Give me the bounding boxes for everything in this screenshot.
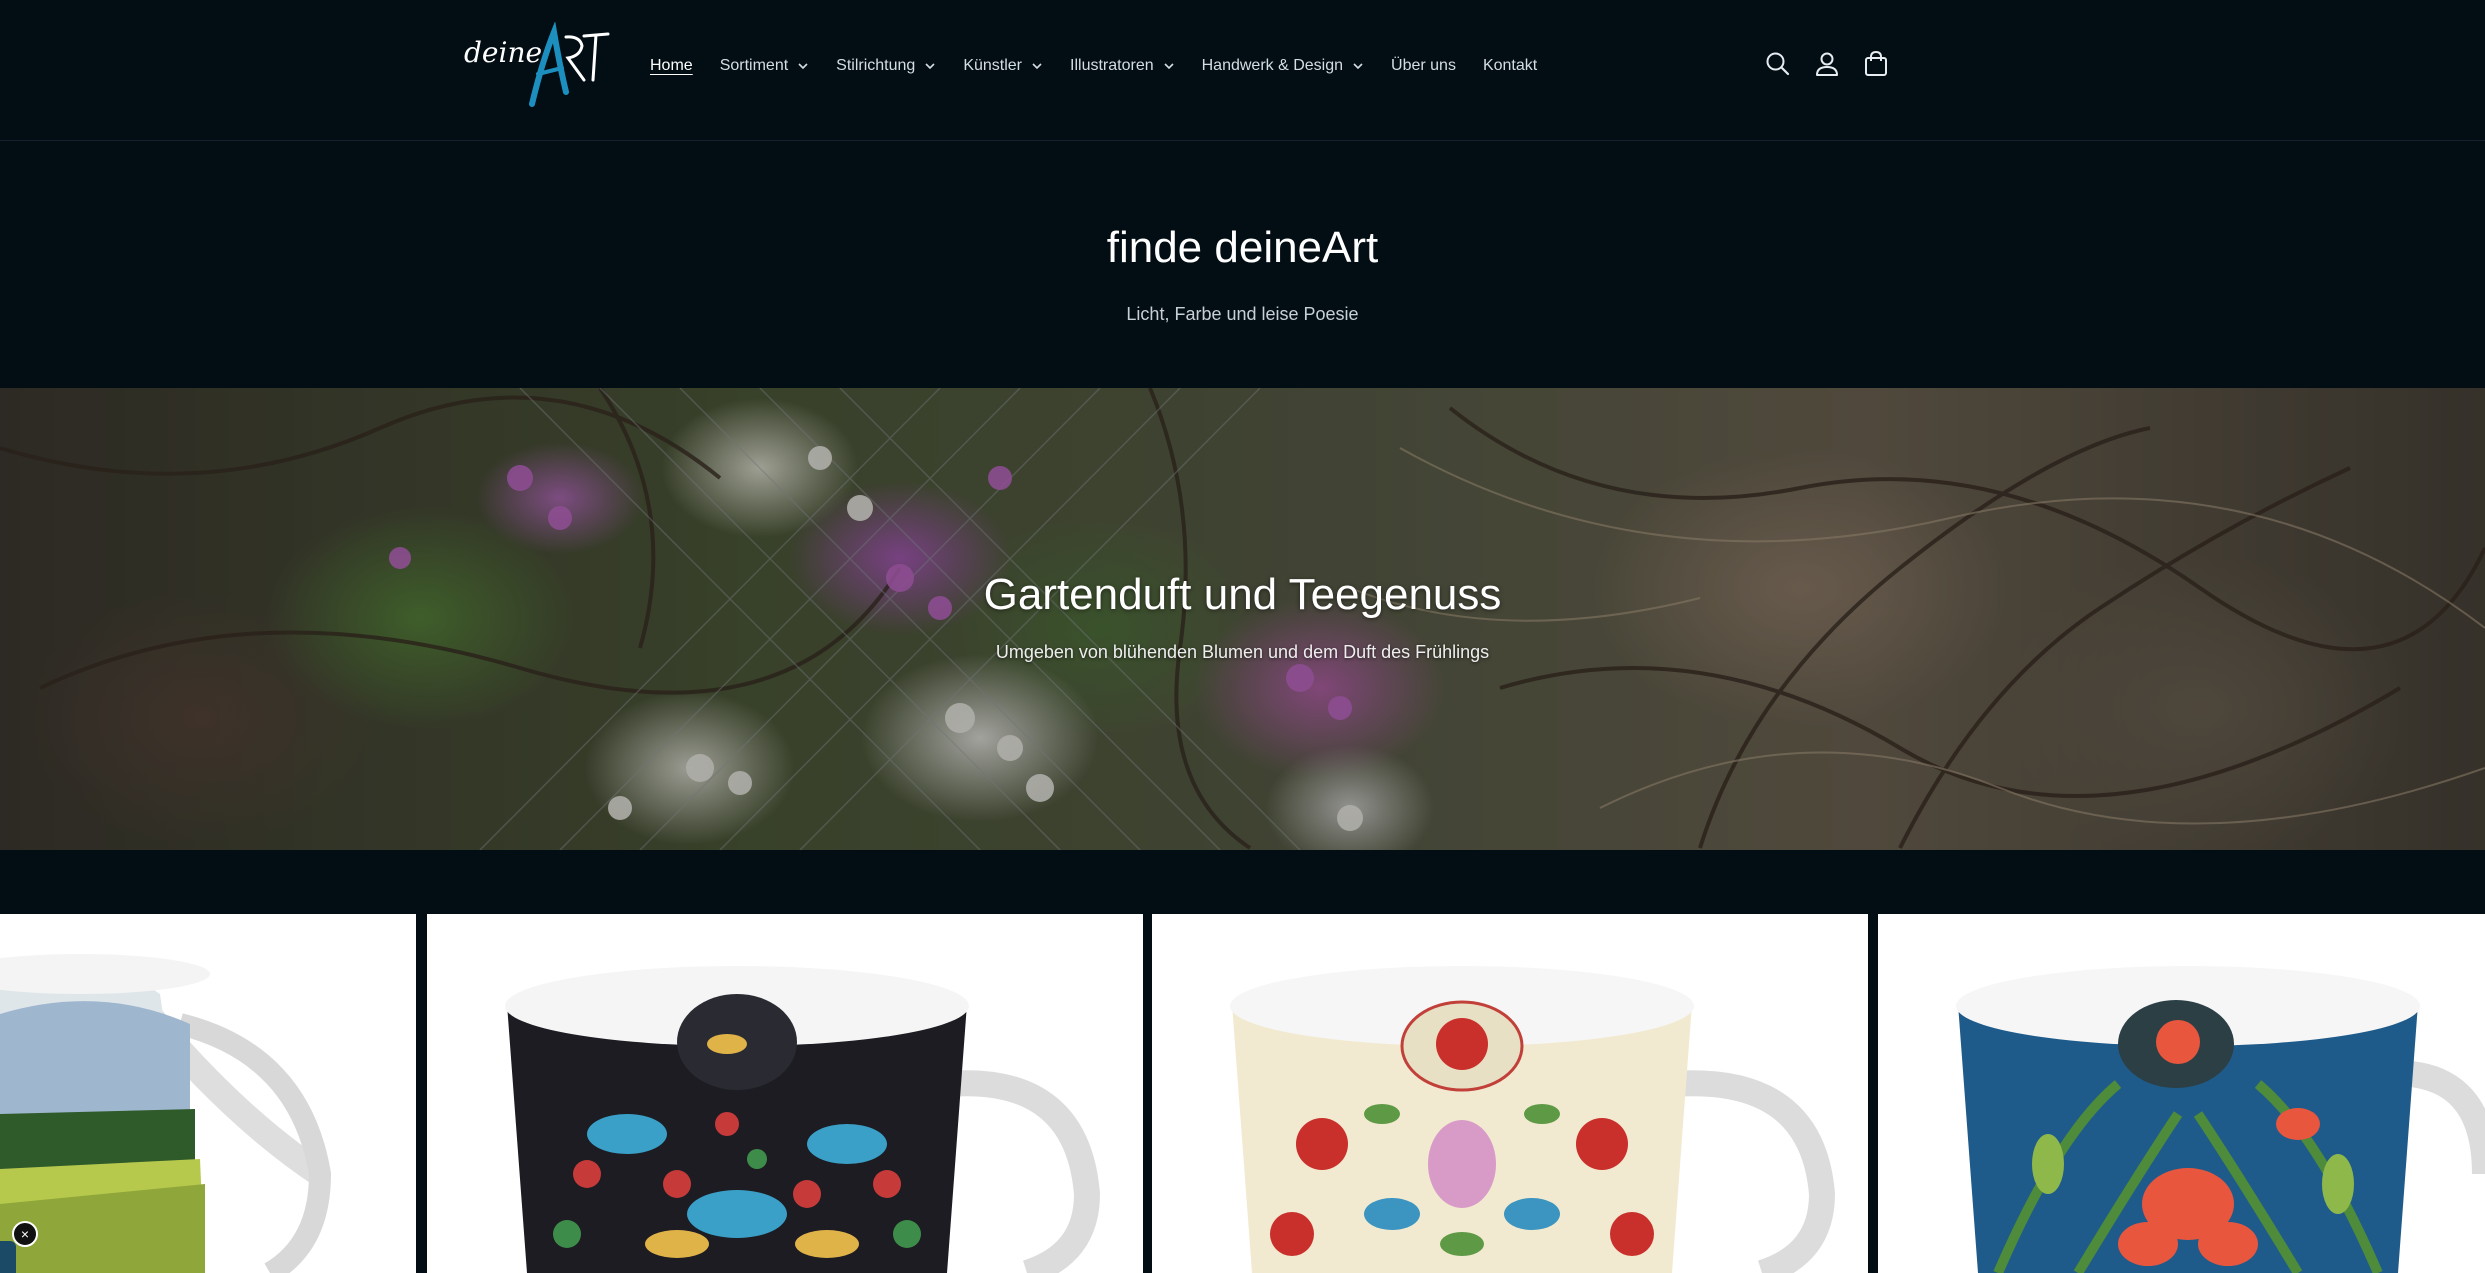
nav-handwerk-design[interactable]: Handwerk & Design xyxy=(1202,57,1364,75)
banner-title: Gartenduft und Teegenuss xyxy=(983,570,1502,619)
chevron-down-icon xyxy=(1164,63,1174,70)
nav-kuenstler-label: Künstler xyxy=(963,57,1023,74)
product-card[interactable] xyxy=(1878,914,2485,1273)
nav-kuenstler[interactable]: Künstler xyxy=(963,57,1043,75)
nav-ueber-uns-label: Über uns xyxy=(1391,57,1456,74)
nav-kontakt[interactable]: Kontakt xyxy=(1483,57,1537,75)
chat-widget-tab[interactable] xyxy=(0,1241,16,1273)
site-logo[interactable]: deine xyxy=(462,21,612,112)
nav-illustratoren-label: Illustratoren xyxy=(1070,57,1154,74)
search-icon[interactable] xyxy=(1762,48,1794,80)
product-image-mug xyxy=(1956,966,2485,1273)
hero-banner: Gartenduft und Teegenuss Umgeben von blü… xyxy=(0,388,2485,850)
close-icon[interactable]: × xyxy=(12,1221,38,1247)
site-header: deine Home Sortiment Stilrichtung Künstl… xyxy=(0,0,2485,141)
product-image-mug xyxy=(1230,966,1836,1273)
chevron-down-icon xyxy=(925,63,935,70)
nav-sortiment[interactable]: Sortiment xyxy=(720,57,809,75)
product-carousel xyxy=(0,914,2485,1273)
nav-sortiment-label: Sortiment xyxy=(719,57,789,74)
header-actions xyxy=(1762,48,1909,80)
chevron-down-icon xyxy=(1353,63,1363,70)
main-navigation: Home Sortiment Stilrichtung Künstler Ill… xyxy=(650,0,1564,132)
intro-section: finde deineArt Licht, Farbe und leise Po… xyxy=(0,140,2485,388)
nav-kontakt-label: Kontakt xyxy=(1482,57,1538,74)
product-card[interactable] xyxy=(427,914,1143,1273)
nav-stilrichtung[interactable]: Stilrichtung xyxy=(836,57,936,75)
chevron-down-icon xyxy=(1032,63,1042,70)
product-card[interactable] xyxy=(0,914,416,1273)
intro-title: finde deineArt xyxy=(1106,223,1379,272)
product-image-mug xyxy=(505,966,1101,1273)
account-icon[interactable] xyxy=(1811,48,1843,80)
product-card[interactable] xyxy=(1152,914,1868,1273)
product-image-mug xyxy=(0,954,332,1273)
nav-home-label: Home xyxy=(650,57,693,74)
nav-illustratoren[interactable]: Illustratoren xyxy=(1070,57,1175,75)
chevron-down-icon xyxy=(798,63,808,70)
svg-text:deine: deine xyxy=(464,36,542,69)
intro-subtitle: Licht, Farbe und leise Poesie xyxy=(1126,304,1359,324)
banner-subtitle: Umgeben von blühenden Blumen und dem Duf… xyxy=(995,642,1490,662)
cart-icon[interactable] xyxy=(1860,48,1892,80)
nav-handwerk-design-label: Handwerk & Design xyxy=(1201,57,1344,74)
nav-ueber-uns[interactable]: Über uns xyxy=(1391,57,1456,75)
nav-home[interactable]: Home xyxy=(650,57,693,75)
nav-stilrichtung-label: Stilrichtung xyxy=(836,57,916,74)
